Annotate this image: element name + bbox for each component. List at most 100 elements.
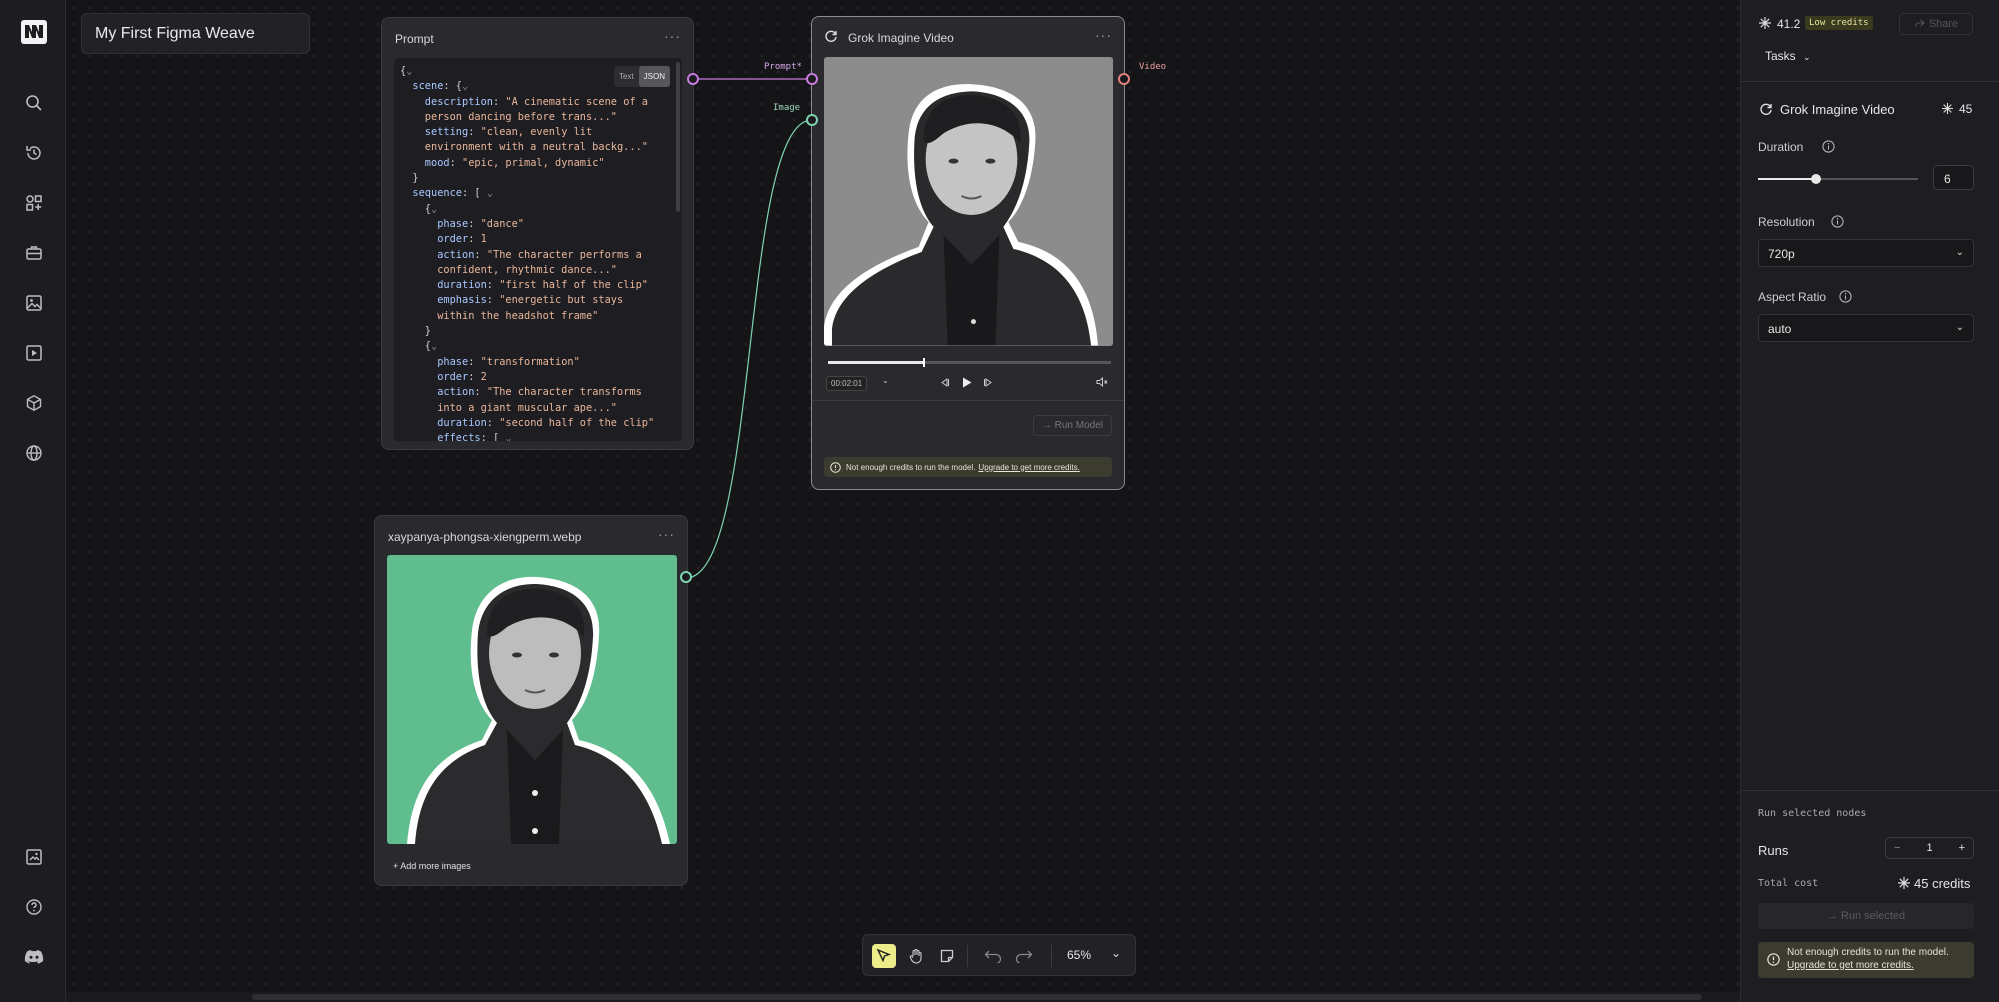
code-line: sequence: [ ⌄: [400, 187, 494, 200]
image-input-label: Image: [773, 103, 801, 113]
model-name: Grok Imagine Video: [1780, 102, 1895, 117]
canvas-toolbar: 65% ⌄: [862, 934, 1136, 976]
info-icon[interactable]: [1822, 140, 1835, 153]
video-node-title: Grok Imagine Video: [848, 31, 954, 45]
prompt-json-editor[interactable]: {⌄ scene: {⌄ description: "A cinematic s…: [394, 58, 682, 441]
aspect-ratio-label: Aspect Ratio: [1758, 290, 1827, 304]
code-line: confident, rhythmic dance...": [400, 263, 617, 276]
skip-back-icon[interactable]: [940, 378, 950, 387]
redo-icon[interactable]: [1012, 944, 1036, 968]
aspect-ratio-value: auto: [1768, 322, 1792, 336]
info-icon[interactable]: [1831, 215, 1844, 228]
toggle-json-option[interactable]: JSON: [638, 66, 670, 88]
code-line: order: 2: [400, 370, 487, 383]
runs-increment-button[interactable]: +: [1959, 842, 1965, 854]
video-timecode[interactable]: 00:02:01: [826, 376, 868, 391]
sticky-note-icon[interactable]: [935, 944, 959, 968]
panel-divider: [1741, 790, 1999, 791]
video-credits-warning: Not enough credits to run the model. Upg…: [824, 457, 1112, 477]
code-line: {⌄: [400, 340, 438, 353]
run-model-button[interactable]: → Run Model: [1032, 415, 1112, 436]
code-line: mood: "epic, primal, dynamic": [400, 156, 605, 169]
skip-forward-icon[interactable]: [983, 378, 993, 387]
prompt-code-lines: {⌄ scene: {⌄ description: "A cinematic s…: [400, 64, 676, 441]
code-line: person dancing before trans...": [400, 110, 617, 123]
prompt-node-menu-icon[interactable]: ···: [664, 28, 681, 44]
video-output-port[interactable]: [1118, 73, 1130, 85]
uploaded-portrait-image: [387, 555, 677, 844]
low-credits-badge: Low credits: [1805, 16, 1873, 30]
video-output-label: Video: [1139, 62, 1167, 72]
play-icon[interactable]: [962, 377, 972, 388]
total-cost-value: 45 credits: [1914, 876, 1971, 891]
runs-label: Runs: [1758, 843, 1789, 858]
zoom-level[interactable]: 65%: [1067, 948, 1091, 962]
text-json-toggle[interactable]: Text JSON: [613, 66, 670, 88]
code-line: action: "The character transforms: [400, 386, 642, 399]
duration-slider[interactable]: [1758, 174, 1918, 184]
select-tool-icon[interactable]: [872, 944, 896, 968]
duration-input[interactable]: 6: [1933, 165, 1974, 190]
warning-icon: [830, 461, 841, 473]
toolbar-divider: [1051, 945, 1052, 967]
code-line: environment with a neutral backg...": [400, 141, 648, 154]
chevron-down-icon: ⌄: [1955, 322, 1964, 333]
prompt-input-label: Prompt*: [764, 62, 802, 72]
share-button[interactable]: Share: [1899, 13, 1973, 35]
code-line: phase: "dance": [400, 217, 525, 230]
prompt-node[interactable]: Prompt ··· {⌄ scene: {⌄ description: "A …: [381, 17, 694, 450]
runs-decrement-button[interactable]: −: [1894, 842, 1900, 854]
prompt-input-port[interactable]: [806, 73, 818, 85]
video-progress-fill: [828, 361, 925, 364]
credits-icon: [1942, 103, 1953, 114]
image-node[interactable]: xaypanya-phongsa-xiengperm.webp ··· + Ad…: [374, 515, 688, 886]
duration-slider-fill: [1758, 178, 1816, 180]
code-line: within the headshot frame": [400, 309, 599, 322]
share-label: Share: [1928, 18, 1959, 30]
properties-panel: 41.2 Low credits Share Tasks ⌄ Grok Imag…: [1740, 0, 1999, 1002]
run-selected-nodes-heading: Run selected nodes: [1758, 808, 1867, 819]
image-node-menu-icon[interactable]: ···: [658, 526, 675, 542]
prompt-output-port[interactable]: [687, 73, 699, 85]
resolution-label: Resolution: [1758, 215, 1815, 229]
image-input-port[interactable]: [806, 114, 818, 126]
runs-stepper[interactable]: − 1 +: [1885, 837, 1974, 859]
aspect-ratio-select[interactable]: auto ⌄: [1758, 314, 1974, 342]
hand-tool-icon[interactable]: [904, 944, 928, 968]
video-upgrade-link[interactable]: Upgrade to get more credits.: [978, 463, 1079, 472]
add-more-images-link[interactable]: + Add more images: [393, 861, 471, 871]
undo-icon[interactable]: [981, 944, 1005, 968]
refresh-icon: [825, 30, 837, 42]
panel-credits-warning: Not enough credits to run the model. Upg…: [1758, 942, 1974, 978]
volume-icon[interactable]: [1096, 377, 1108, 387]
info-icon[interactable]: [1839, 290, 1852, 303]
duration-slider-knob[interactable]: [1810, 174, 1821, 184]
code-line: phase: "transformation": [400, 355, 580, 368]
runs-value[interactable]: 1: [1926, 842, 1932, 854]
video-progress-bar[interactable]: [828, 358, 1111, 367]
code-line: }: [400, 325, 431, 338]
video-node-menu-icon[interactable]: ···: [1095, 27, 1112, 43]
run-selected-button[interactable]: → Run selected: [1758, 903, 1974, 929]
panel-divider: [1741, 81, 1999, 82]
panel-upgrade-link[interactable]: Upgrade to get more credits.: [1787, 960, 1914, 971]
code-line: into a giant muscular ape...": [400, 401, 617, 414]
total-cost-label: Total cost: [1758, 878, 1819, 889]
image-output-port[interactable]: [680, 571, 692, 583]
video-progress-knob[interactable]: [923, 358, 926, 367]
chevron-down-icon: ⌄: [1955, 247, 1964, 258]
credits-icon: [1898, 877, 1910, 889]
timecode-dropdown-chevron-icon[interactable]: ⌄: [882, 376, 889, 385]
warning-icon: [1767, 953, 1780, 966]
code-line: emphasis: "energetic but stays: [400, 294, 624, 307]
grok-imagine-video-node[interactable]: Grok Imagine Video ··· 00:02:01 ⌄ → Run …: [811, 16, 1125, 490]
duration-label: Duration: [1758, 140, 1804, 154]
video-preview[interactable]: [824, 57, 1113, 346]
zoom-dropdown-chevron-icon[interactable]: ⌄: [1111, 946, 1121, 960]
editor-scrollbar[interactable]: [676, 62, 680, 212]
panel-warning-text: Not enough credits to run the model.: [1787, 947, 1949, 958]
toggle-text-option[interactable]: Text: [614, 66, 639, 87]
tasks-menu[interactable]: Tasks ⌄: [1765, 49, 1811, 63]
resolution-select[interactable]: 720p ⌄: [1758, 239, 1974, 267]
code-line: description: "A cinematic scene of a: [400, 95, 648, 108]
